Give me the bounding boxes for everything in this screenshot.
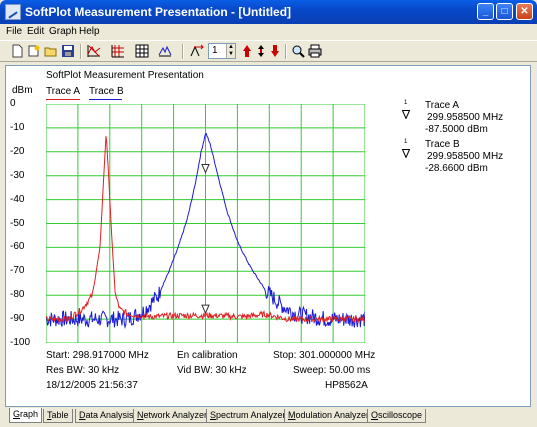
marker-b-level: -28.6600 dBm bbox=[425, 163, 488, 174]
y-tick-label: -90 bbox=[10, 313, 25, 325]
y-tick-label: -70 bbox=[10, 265, 25, 277]
instrument-model: HP8562A bbox=[325, 380, 368, 391]
trace-number-value: 1 bbox=[212, 45, 218, 56]
timestamp: 18/12/2005 21:56:37 bbox=[46, 380, 138, 391]
minimize-button[interactable]: _ bbox=[477, 3, 494, 20]
marker-a-frequency: 299.958500 MHz bbox=[427, 112, 504, 123]
resolution-bandwidth: Res BW: 30 kHz bbox=[46, 365, 120, 376]
start-frequency: Start: 298.917000 MHz bbox=[46, 350, 149, 361]
tab-table[interactable]: Table bbox=[43, 409, 73, 423]
legend-trace-b: Trace B bbox=[89, 86, 124, 97]
y-axis-unit: dBm bbox=[12, 85, 33, 96]
tab-data-analysis[interactable]: Data Analysis bbox=[75, 409, 138, 423]
y-tick-label: -20 bbox=[10, 145, 25, 157]
marker-peak-icon[interactable] bbox=[190, 44, 204, 58]
menu-file[interactable]: File bbox=[6, 26, 22, 37]
y-tick-label: -10 bbox=[10, 121, 25, 133]
marker-b-trace: Trace B bbox=[425, 139, 460, 150]
window-title: SoftPlot Measurement Presentation - [Unt… bbox=[25, 5, 292, 19]
menu-graph[interactable]: Graph bbox=[49, 26, 77, 37]
menu-help[interactable]: Help bbox=[79, 26, 100, 37]
tab-modulation-analyzer[interactable]: Modulation Analyzer bbox=[284, 409, 374, 423]
stop-frequency: Stop: 301.000000 MHz bbox=[273, 350, 376, 361]
marker-readout-a: 1 Trace A 299.958500 MHz -87.5000 dBm bbox=[402, 100, 514, 140]
marker-triangle-icon bbox=[402, 110, 410, 119]
toolbar-separator bbox=[182, 44, 184, 59]
open-folder-icon[interactable] bbox=[44, 44, 58, 58]
y-tick-label: -50 bbox=[10, 217, 25, 229]
toolbar: 1 ▲ ▼ bbox=[0, 40, 537, 62]
sweep-time: Sweep: 50.00 ms bbox=[293, 365, 371, 376]
y-tick-label: -80 bbox=[10, 289, 25, 301]
y-tick-label: -100 bbox=[10, 337, 31, 348]
marker-a-level: -87.5000 dBm bbox=[425, 124, 488, 135]
marker-dot-icon: 1 bbox=[404, 139, 408, 145]
tab-graph[interactable]: Graph bbox=[9, 408, 43, 423]
tab-network-analyzer[interactable]: Network Analyzer bbox=[133, 409, 212, 423]
marker-down-icon[interactable] bbox=[268, 44, 282, 58]
marker-triangle-icon bbox=[402, 149, 410, 158]
new-file-icon[interactable] bbox=[10, 44, 24, 58]
grid-trace-icon[interactable] bbox=[111, 44, 125, 58]
new-window-icon[interactable] bbox=[27, 44, 41, 58]
trace-off-icon[interactable] bbox=[87, 44, 101, 58]
trace-number-spinner[interactable]: 1 ▲ ▼ bbox=[208, 43, 236, 59]
marker-readout-b: 1 Trace B 299.958500 MHz -28.6600 dBm bbox=[402, 139, 514, 179]
legend-line-trace-a bbox=[46, 99, 80, 100]
toolbar-separator bbox=[80, 44, 82, 59]
toolbar-separator bbox=[285, 44, 287, 59]
video-bandwidth: Vid BW: 30 kHz bbox=[177, 365, 247, 376]
marker-a-trace: Trace A bbox=[425, 100, 460, 111]
y-tick-label: -40 bbox=[10, 193, 25, 205]
app-icon bbox=[5, 4, 21, 20]
menu-edit[interactable]: Edit bbox=[27, 26, 44, 37]
spectrum-plot[interactable] bbox=[46, 104, 365, 343]
y-tick-label: -30 bbox=[10, 169, 25, 181]
legend-line-trace-b bbox=[89, 99, 122, 100]
close-button[interactable]: ✕ bbox=[516, 3, 533, 20]
menu-bar: File Edit Graph Help bbox=[0, 24, 537, 40]
legend-trace-a: Trace A bbox=[46, 86, 81, 97]
marker-dot-icon: 1 bbox=[404, 100, 408, 106]
y-tick-label: -60 bbox=[10, 241, 25, 253]
tab-oscilloscope[interactable]: Oscilloscope bbox=[367, 409, 427, 423]
grid-icon[interactable] bbox=[135, 44, 149, 58]
tab-spectrum-analyzer[interactable]: Spectrum Analyzer bbox=[206, 409, 290, 423]
marker-b-frequency: 299.958500 MHz bbox=[427, 151, 504, 162]
view-tabs: Graph Table Data Analysis Network Analyz… bbox=[5, 408, 531, 427]
peak-icon[interactable] bbox=[158, 44, 172, 58]
marker-updown-icon[interactable] bbox=[254, 44, 268, 58]
zoom-icon[interactable] bbox=[291, 44, 305, 58]
save-icon[interactable] bbox=[61, 44, 75, 58]
graph-title: SoftPlot Measurement Presentation bbox=[46, 70, 204, 81]
marker-up-icon[interactable] bbox=[240, 44, 254, 58]
title-bar: SoftPlot Measurement Presentation - [Unt… bbox=[0, 0, 537, 24]
maximize-button[interactable]: □ bbox=[496, 3, 513, 20]
print-icon[interactable] bbox=[308, 44, 322, 58]
calibration-status: En calibration bbox=[177, 350, 238, 361]
spinner-arrows[interactable]: ▲ ▼ bbox=[226, 44, 235, 58]
y-tick-label: 0 bbox=[10, 98, 16, 109]
